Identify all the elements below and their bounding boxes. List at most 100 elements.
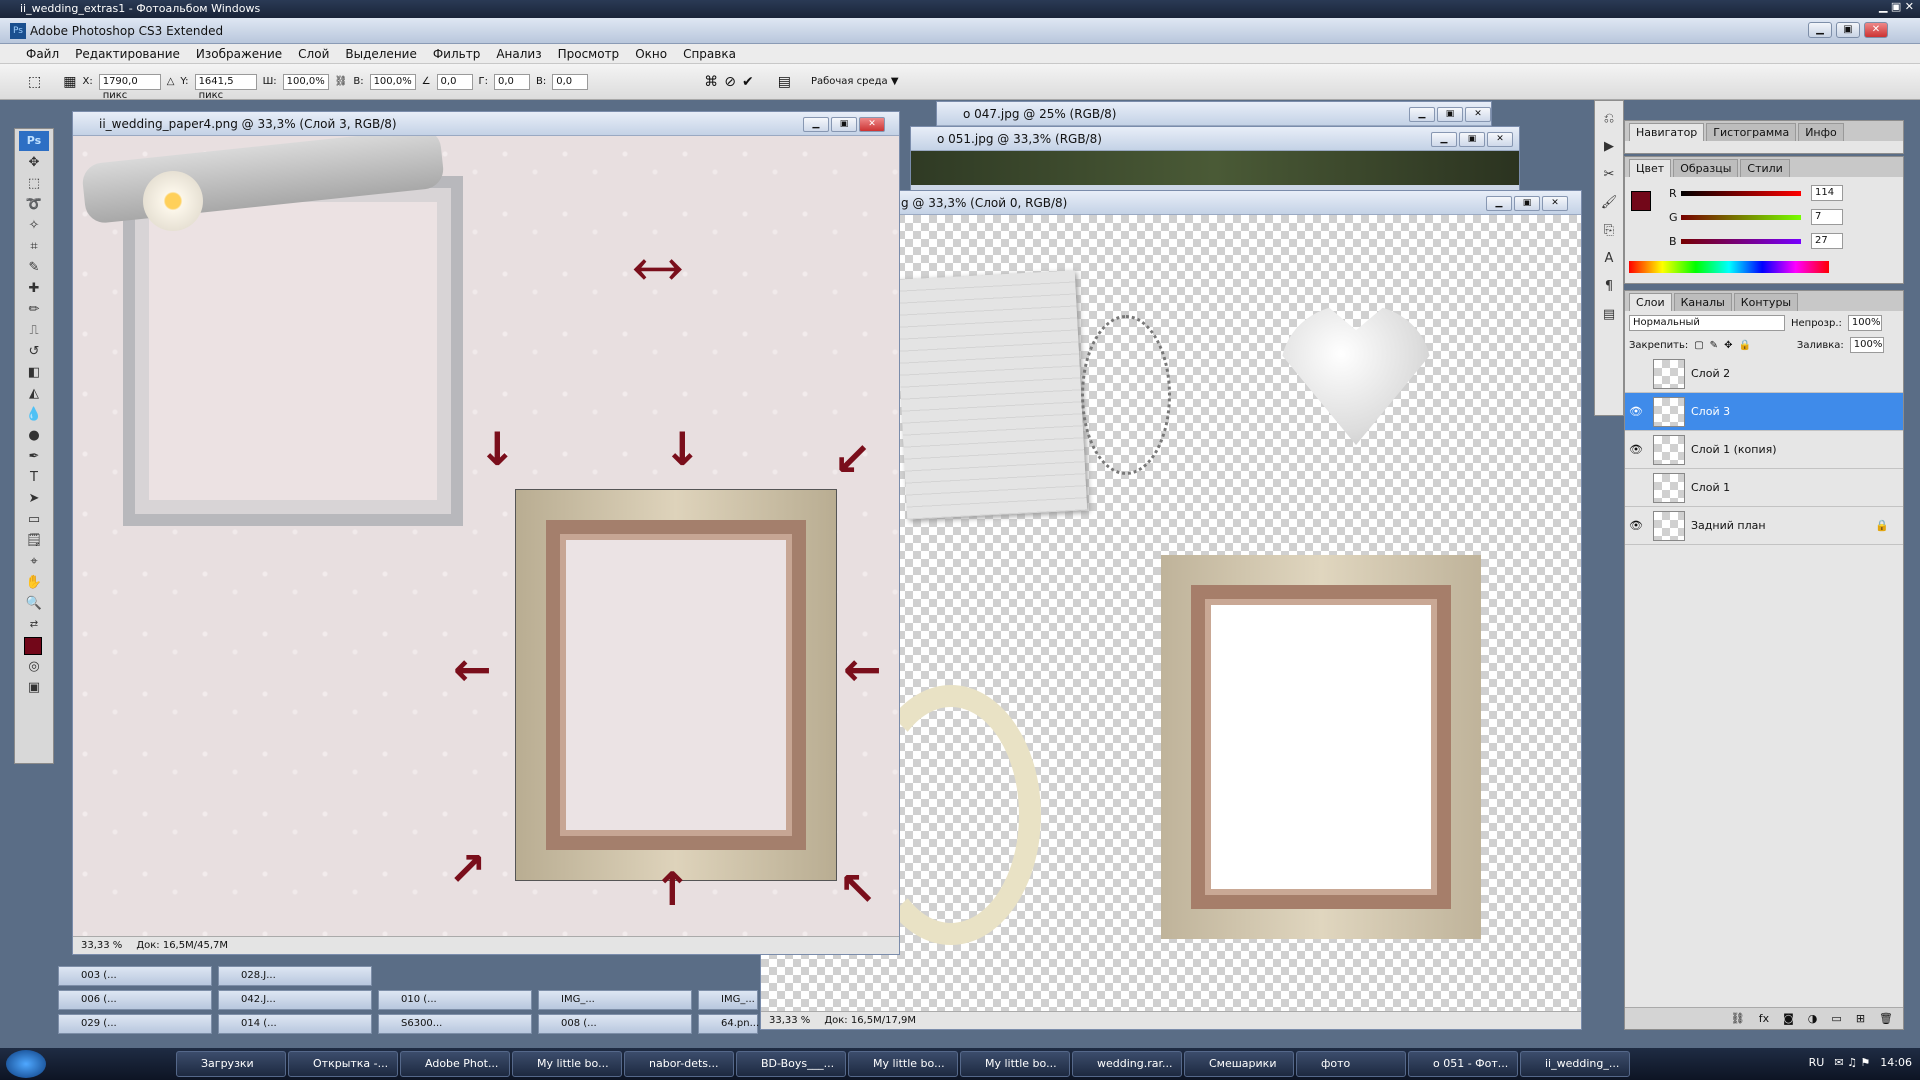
shape-tool-icon[interactable]: ▭ xyxy=(20,510,48,530)
history-brush-icon[interactable]: ↺ xyxy=(20,342,48,362)
eye-icon[interactable]: 👁 xyxy=(1625,405,1647,418)
pen-tool-icon[interactable]: ✒ xyxy=(20,447,48,467)
tab-styles[interactable]: Стили xyxy=(1740,159,1790,177)
tab-histogram[interactable]: Гистограмма xyxy=(1706,123,1797,141)
link-layers-icon[interactable]: ⛓ xyxy=(1731,1012,1745,1025)
crop-tool-icon[interactable]: ⌗ xyxy=(20,237,48,257)
lock-position-icon[interactable]: ✥ xyxy=(1724,340,1732,351)
doc-minimize-button[interactable]: ▁ xyxy=(1486,196,1512,211)
doc-maximize-button[interactable]: ▣ xyxy=(1437,107,1463,122)
doc-close-button[interactable]: ✕ xyxy=(1465,107,1491,122)
x-field[interactable]: 1790,0 пикс xyxy=(98,73,161,101)
g-value[interactable]: 7 xyxy=(1811,209,1843,225)
taskbar-button[interactable]: ii_wedding_... xyxy=(1520,1051,1630,1077)
tray-icons[interactable]: ✉ ♫ ⚑ xyxy=(1834,1056,1870,1069)
workspace-menu[interactable]: Рабочая среда ▼ xyxy=(811,76,899,87)
menu-file[interactable]: Файл xyxy=(18,47,67,61)
swap-colors-icon[interactable]: ⇄ xyxy=(20,615,48,635)
minimized-doc[interactable]: IMG_... xyxy=(698,990,758,1010)
zoom-tool-icon[interactable]: 🔍 xyxy=(20,594,48,614)
tab-swatches[interactable]: Образцы xyxy=(1673,159,1739,177)
r-slider[interactable] xyxy=(1681,191,1801,196)
minimized-doc[interactable]: 014 (... xyxy=(218,1014,372,1034)
g-slider[interactable] xyxy=(1681,215,1801,220)
move-tool-icon[interactable]: ✥ xyxy=(20,153,48,173)
eyedropper-tool-icon[interactable]: ✎ xyxy=(20,258,48,278)
taskbar-button[interactable]: Смешарики xyxy=(1184,1051,1294,1077)
taskbar-button[interactable]: My little bo... xyxy=(512,1051,622,1077)
taskbar-button[interactable]: Открытка -... xyxy=(288,1051,398,1077)
b-slider[interactable] xyxy=(1681,239,1801,244)
eye-icon[interactable]: 👁 xyxy=(1625,519,1647,532)
taskbar-button[interactable]: nabor-dets... xyxy=(624,1051,734,1077)
width-field[interactable]: 100,0% xyxy=(282,73,329,90)
height-field[interactable]: 100,0% xyxy=(369,73,416,90)
menu-filter[interactable]: Фильтр xyxy=(425,47,488,61)
minimized-doc[interactable]: S6300... xyxy=(378,1014,532,1034)
doc-minimize-button[interactable]: ▁ xyxy=(1431,132,1457,147)
minimize-button[interactable]: ▁ xyxy=(1808,22,1832,38)
color-fg-swatch[interactable] xyxy=(1631,191,1651,211)
minimized-doc[interactable]: 029 (... xyxy=(58,1014,212,1034)
menu-view[interactable]: Просмотр xyxy=(550,47,628,61)
layer-row[interactable]: Слой 2 xyxy=(1625,355,1903,393)
menu-analysis[interactable]: Анализ xyxy=(488,47,549,61)
fill-field[interactable]: 100% xyxy=(1849,337,1884,353)
stamp-tool-icon[interactable]: ⎍ xyxy=(20,321,48,341)
r-value[interactable]: 114 xyxy=(1811,185,1843,201)
notes-tool-icon[interactable]: 🗒 xyxy=(20,531,48,551)
layer-row[interactable]: 👁 Слой 3 xyxy=(1625,393,1903,431)
minimized-doc[interactable]: 006 (... xyxy=(58,990,212,1010)
link-icon[interactable]: ⛓ xyxy=(335,76,348,87)
new-layer-icon[interactable]: ⊞ xyxy=(1856,1012,1865,1025)
color-spectrum[interactable] xyxy=(1629,261,1829,273)
canvas-main[interactable]: ⤡ ↓ ↓ ↙ ← ← ↗ ↑ ↖ xyxy=(73,136,899,936)
tool-presets-icon[interactable]: ✂ xyxy=(1595,165,1623,185)
lock-transparent-icon[interactable]: ▢ xyxy=(1694,340,1703,351)
menu-layer[interactable]: Слой xyxy=(290,47,337,61)
document-window-051[interactable]: o 051.jpg @ 33,3% (RGB/8) ▁ ▣ ✕ xyxy=(910,126,1520,196)
quick-mask-icon[interactable]: ◎ xyxy=(20,657,48,677)
magic-wand-tool-icon[interactable]: ✧ xyxy=(20,216,48,236)
warp-icon[interactable]: ⌘ xyxy=(704,74,718,90)
cancel-transform-icon[interactable]: ⊘ xyxy=(724,74,736,90)
minimized-doc[interactable]: 042.J... xyxy=(218,990,372,1010)
lasso-tool-icon[interactable]: ➰ xyxy=(20,195,48,215)
doc-title-bar[interactable]: o 051.jpg @ 33,3% (RGB/8) ▁ ▣ ✕ xyxy=(911,127,1519,151)
blend-mode-select[interactable]: Нормальный xyxy=(1629,315,1785,331)
taskbar-button[interactable]: wedding.rar... xyxy=(1072,1051,1182,1077)
bridge-icon[interactable]: ▤ xyxy=(778,74,791,90)
healing-tool-icon[interactable]: ✚ xyxy=(20,279,48,299)
path-select-icon[interactable]: ➤ xyxy=(20,489,48,509)
adjustment-icon[interactable]: ◑ xyxy=(1808,1012,1818,1025)
eye-icon[interactable]: 👁 xyxy=(1625,443,1647,456)
fx-icon[interactable]: fx xyxy=(1759,1012,1769,1025)
menu-help[interactable]: Справка xyxy=(675,47,744,61)
screen-mode-icon[interactable]: ▣ xyxy=(20,678,48,698)
character-panel-icon[interactable]: A xyxy=(1595,249,1623,269)
history-panel-icon[interactable]: ⎌ xyxy=(1595,109,1623,129)
layer-row[interactable]: Слой 1 xyxy=(1625,469,1903,507)
tab-channels[interactable]: Каналы xyxy=(1673,293,1732,311)
tab-layers[interactable]: Слои xyxy=(1629,293,1672,311)
delete-layer-icon[interactable]: 🗑 xyxy=(1879,1012,1893,1025)
layer-row[interactable]: 👁 Задний план 🔒 xyxy=(1625,507,1903,545)
taskbar-button[interactable]: My little bo... xyxy=(848,1051,958,1077)
doc-maximize-button[interactable]: ▣ xyxy=(1459,132,1485,147)
doc-maximize-button[interactable]: ▣ xyxy=(831,117,857,132)
menu-edit[interactable]: Редактирование xyxy=(67,47,188,61)
doc-size[interactable]: Док: 16,5M/45,7M xyxy=(136,937,228,954)
doc-minimize-button[interactable]: ▁ xyxy=(1409,107,1435,122)
taskbar-button[interactable]: фото xyxy=(1296,1051,1406,1077)
start-button[interactable] xyxy=(6,1050,46,1078)
layer-comps-icon[interactable]: ▤ xyxy=(1595,305,1623,325)
minimized-doc[interactable]: 64.pn... xyxy=(698,1014,759,1034)
tab-info[interactable]: Инфо xyxy=(1798,123,1844,141)
doc-close-button[interactable]: ✕ xyxy=(1487,132,1513,147)
paragraph-panel-icon[interactable]: ¶ xyxy=(1595,277,1623,297)
brush-tool-icon[interactable]: ✏ xyxy=(20,300,48,320)
clock[interactable]: 14:06 xyxy=(1880,1056,1912,1069)
menu-image[interactable]: Изображение xyxy=(188,47,290,61)
bucket-tool-icon[interactable]: ◭ xyxy=(20,384,48,404)
layer-row[interactable]: 👁 Слой 1 (копия) xyxy=(1625,431,1903,469)
